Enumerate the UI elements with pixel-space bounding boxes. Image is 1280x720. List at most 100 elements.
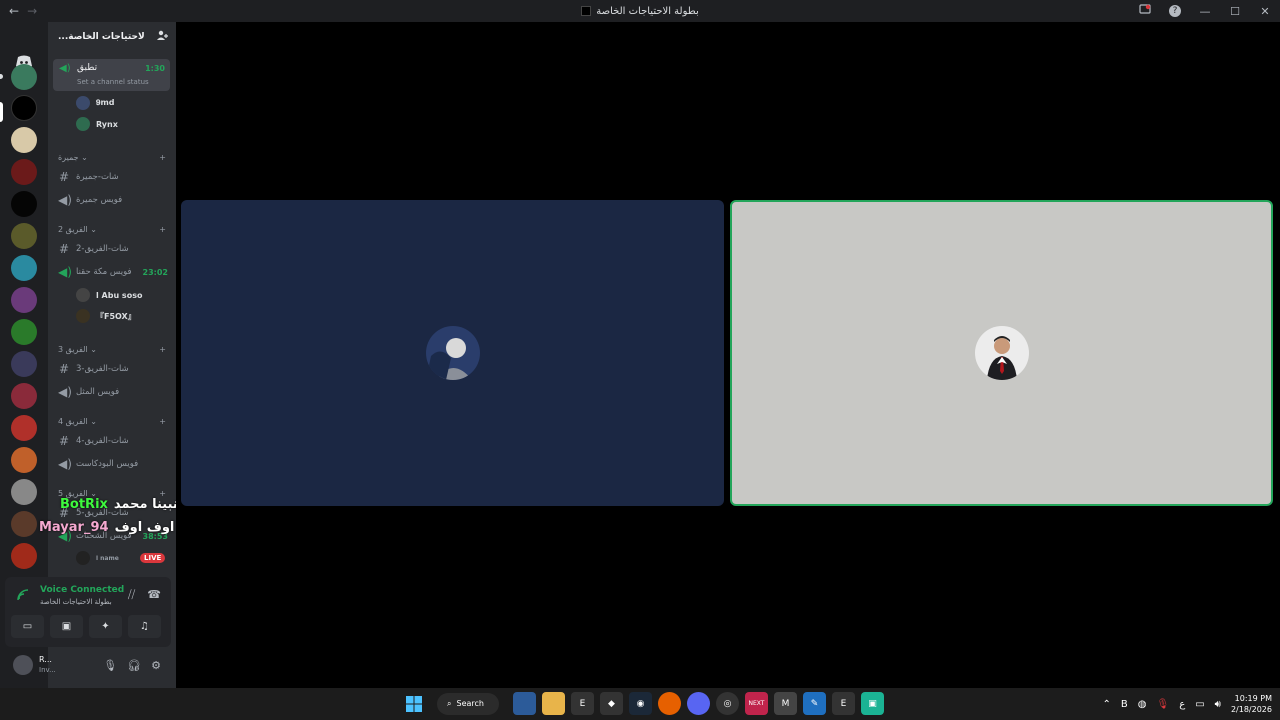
tray-network-app-icon[interactable]: ◍ xyxy=(1138,699,1147,710)
volume-icon[interactable]: 🔊︎ xyxy=(1215,699,1221,710)
voice-user-name: 『F5OX』 xyxy=(96,311,136,321)
server-icon-12[interactable] xyxy=(11,415,37,441)
text-channel[interactable]: # شات-الفريق-2 xyxy=(58,240,168,258)
file-explorer-icon[interactable] xyxy=(542,692,565,715)
maximize-button[interactable]: ☐ xyxy=(1220,5,1250,18)
microphone-tray-icon[interactable]: 🎙︎ xyxy=(1157,699,1170,710)
category-header[interactable]: جميرة ⌄ + xyxy=(58,153,166,162)
taskbar-search[interactable]: ⌕ Search xyxy=(437,692,499,715)
ghost-app-icon[interactable]: M xyxy=(774,692,797,715)
add-channel-icon[interactable]: + xyxy=(159,417,166,426)
participant-tile[interactable] xyxy=(181,200,724,506)
steam-icon[interactable]: ◉ xyxy=(629,692,652,715)
voice-channel[interactable]: ◀) فويس مكة حقنا 23:02 xyxy=(58,263,168,281)
server-icon-7[interactable] xyxy=(11,255,37,281)
close-button[interactable]: ✕ xyxy=(1250,5,1280,18)
epic-launcher-icon[interactable]: E xyxy=(832,692,855,715)
server-icon-14[interactable] xyxy=(11,479,37,505)
voice-channel[interactable]: ◀) فويس جميرة xyxy=(58,191,168,209)
server-icon-16[interactable] xyxy=(11,543,37,569)
next-app-icon[interactable]: NEXT xyxy=(745,692,768,715)
firefox-icon[interactable] xyxy=(658,692,681,715)
user-info[interactable]: R... Inv... xyxy=(39,655,56,675)
window-icon xyxy=(581,6,592,16)
category-header[interactable]: 3 الفريق ⌄ + xyxy=(58,345,166,354)
server-header[interactable]: ...لاحتياجات الخاصة xyxy=(48,22,176,52)
server-selected-pill xyxy=(0,102,3,122)
store-app-icon[interactable] xyxy=(513,692,536,715)
tray-app-icon[interactable]: B xyxy=(1121,699,1128,710)
chat-username: Mayar_94 xyxy=(39,520,109,535)
add-member-icon[interactable] xyxy=(157,30,168,44)
chevron-up-icon[interactable]: ⌃ xyxy=(1103,699,1111,710)
server-name: ...لاحتياجات الخاصة xyxy=(58,32,145,42)
voice-channel[interactable]: ◀) فويس المثل xyxy=(58,383,168,401)
voice-user[interactable]: 『F5OX』 xyxy=(76,307,136,325)
voice-user[interactable]: ا Abu soso xyxy=(76,286,142,304)
server-icon-11[interactable] xyxy=(11,383,37,409)
server-icon-15[interactable] xyxy=(11,511,37,537)
add-channel-icon[interactable]: + xyxy=(159,153,166,162)
screen-share-icon[interactable]: ▣ xyxy=(50,615,83,638)
server-icon-6[interactable] xyxy=(11,223,37,249)
participant-tile-speaking[interactable] xyxy=(730,200,1273,506)
voice-connected-label[interactable]: Voice Connected xyxy=(40,585,124,595)
unity-icon[interactable]: ◆ xyxy=(600,692,623,715)
settings-gear-icon[interactable]: ⚙ xyxy=(151,659,161,672)
noise-suppression-icon[interactable]: ⧸⧸ xyxy=(128,588,135,602)
server-icon-4[interactable] xyxy=(11,159,37,185)
forward-arrow-icon[interactable]: → xyxy=(27,4,37,18)
disconnect-icon[interactable]: ☎ xyxy=(147,588,161,602)
help-icon[interactable]: ? xyxy=(1169,5,1181,17)
category-header[interactable]: 2 الفريق ⌄ + xyxy=(58,225,166,234)
server-icon-current[interactable] xyxy=(11,95,37,121)
channel-status[interactable]: Set a channel status xyxy=(77,78,149,86)
server-icon-1[interactable] xyxy=(11,64,37,90)
app-icon[interactable]: ▣ xyxy=(861,692,884,715)
server-icon-8[interactable] xyxy=(11,287,37,313)
signal-icon[interactable] xyxy=(17,589,29,604)
pen-app-icon[interactable]: ✎ xyxy=(803,692,826,715)
text-channel[interactable]: # شات-الفريق-3 xyxy=(58,360,168,378)
input-language[interactable]: ع xyxy=(1179,699,1185,710)
window-controls: ? — ☐ ✕ xyxy=(1130,0,1280,22)
windows-start-icon[interactable] xyxy=(402,692,425,715)
voice-channel[interactable]: ◀) فويس البودكاست xyxy=(58,455,168,473)
avatar[interactable] xyxy=(13,655,33,675)
server-icon-13[interactable] xyxy=(11,447,37,473)
server-icon-9[interactable] xyxy=(11,319,37,345)
voice-connected-channel[interactable]: بطولة الاحتياجات الخاصة xyxy=(40,598,112,606)
microphone-icon[interactable]: 🎙︎ xyxy=(103,659,117,672)
discord-taskbar-icon[interactable] xyxy=(687,692,710,715)
voice-user[interactable]: 𝟗𝗺𝗱 xyxy=(76,94,115,112)
text-channel[interactable]: # شات-جميرة xyxy=(58,168,168,186)
add-channel-icon[interactable]: + xyxy=(159,225,166,234)
voice-user[interactable]: ا name xyxy=(76,549,119,567)
add-channel-icon[interactable]: + xyxy=(159,345,166,354)
voice-connection-panel: Voice Connected بطولة الاحتياجات الخاصة … xyxy=(5,577,171,647)
voice-stage xyxy=(176,22,1280,688)
active-voice-channel[interactable]: ◀) تطبق 1:30 Set a channel status xyxy=(53,59,170,91)
chrome-icon[interactable]: ◎ xyxy=(716,692,739,715)
voice-user[interactable]: Rynx xyxy=(76,115,118,133)
activities-icon[interactable]: ✦ xyxy=(89,615,122,638)
back-arrow-icon[interactable]: ← xyxy=(9,4,19,18)
clock[interactable]: 10:19 PM 2/18/2026 xyxy=(1231,693,1272,715)
hash-icon: # xyxy=(58,362,70,376)
server-icon-3[interactable] xyxy=(11,127,37,153)
user-controls: 🎙︎ 🎧︎ ⚙ xyxy=(103,659,171,672)
server-icon-5[interactable] xyxy=(11,191,37,217)
camera-off-icon[interactable]: ▭ xyxy=(11,615,44,638)
taskbar: ⌕ Search E ◆ ◉ ◎ NEXT M ✎ E ▣ ⌃ B ◍ 🎙︎ ع… xyxy=(0,688,1280,720)
window-title-text: بطولة الاحتياجات الخاصة xyxy=(596,5,699,17)
soundboard-icon[interactable]: ♫ xyxy=(128,615,161,638)
headphones-icon[interactable]: 🎧︎ xyxy=(127,659,141,672)
speaker-icon: ◀) xyxy=(58,265,72,279)
category-header[interactable]: 4 الفريق ⌄ + xyxy=(58,417,166,426)
text-channel[interactable]: # شات-الفريق-4 xyxy=(58,432,168,450)
network-icon[interactable]: ▭ xyxy=(1195,699,1204,710)
inbox-icon[interactable] xyxy=(1130,4,1160,18)
server-icon-10[interactable] xyxy=(11,351,37,377)
epic-games-icon[interactable]: E xyxy=(571,692,594,715)
minimize-button[interactable]: — xyxy=(1190,5,1220,18)
